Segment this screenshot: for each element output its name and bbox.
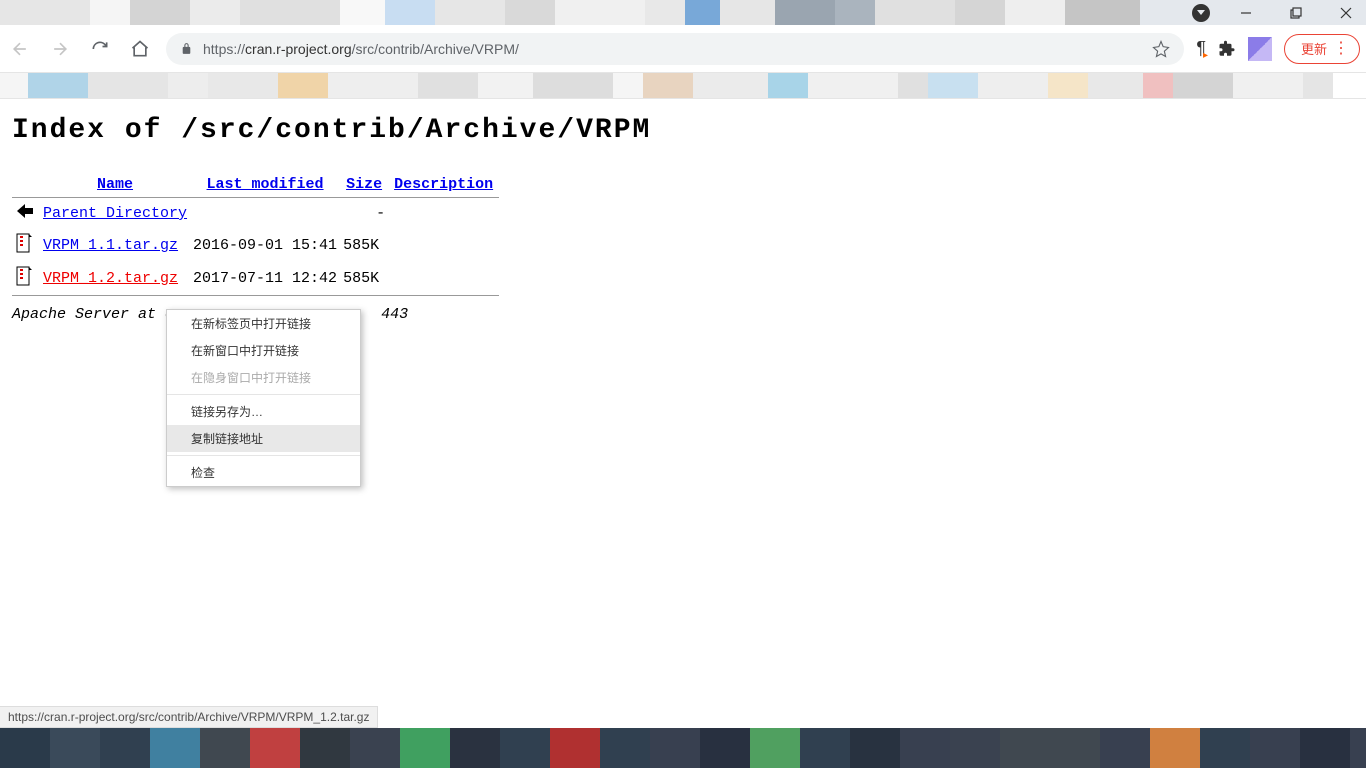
parent-directory-row: Parent Directory - [12, 198, 499, 229]
maximize-button[interactable] [1282, 3, 1310, 23]
back-button[interactable] [6, 35, 34, 63]
parent-directory-link[interactable]: Parent Directory [43, 205, 187, 222]
profile-badge-icon[interactable] [1192, 4, 1210, 22]
status-bar: https://cran.r-project.org/src/contrib/A… [0, 706, 378, 728]
extensions-icon[interactable] [1218, 40, 1236, 58]
address-toolbar: https://cran.r-project.org/src/contrib/A… [0, 25, 1366, 73]
update-button[interactable]: 更新 ⋮ [1284, 34, 1360, 64]
context-inspect[interactable]: 检查 [167, 459, 360, 486]
context-copy-link[interactable]: 复制链接地址 [167, 425, 360, 452]
context-save-link-as[interactable]: 链接另存为… [167, 398, 360, 425]
taskbar[interactable] [0, 728, 1366, 768]
context-open-new-tab[interactable]: 在新标签页中打开链接 [167, 310, 360, 337]
parent-size: - [340, 198, 388, 229]
header-size[interactable]: Size [346, 176, 382, 193]
bookmark-bar [0, 73, 1366, 99]
paragraph-icon[interactable]: ¶▸ [1196, 38, 1206, 59]
toolbar-right: ¶▸ 更新 ⋮ [1196, 34, 1360, 64]
menu-dots-icon: ⋮ [1333, 41, 1347, 57]
tab-blur-strip [0, 0, 1180, 25]
page-content: Index of /src/contrib/Archive/VRPM Name … [0, 99, 1366, 339]
archive-file-icon [15, 233, 33, 258]
address-field[interactable]: https://cran.r-project.org/src/contrib/A… [166, 33, 1184, 65]
archive-file-icon [15, 266, 33, 291]
file-modified: 2016-09-01 15:41 [190, 229, 340, 262]
table-header-row: Name Last modified Size Description [12, 172, 499, 197]
minimize-button[interactable] [1232, 3, 1260, 23]
back-arrow-icon [15, 202, 37, 225]
profile-avatar[interactable] [1248, 37, 1272, 61]
lock-icon [180, 42, 193, 55]
header-last-modified[interactable]: Last modified [207, 176, 324, 193]
table-row: VRPM_1.2.tar.gz 2017-07-11 12:42 585K [12, 262, 499, 295]
header-description[interactable]: Description [394, 176, 493, 193]
page-title: Index of /src/contrib/Archive/VRPM [12, 115, 1354, 146]
context-menu: 在新标签页中打开链接 在新窗口中打开链接 在隐身窗口中打开链接 链接另存为… 复… [166, 309, 361, 487]
url-text: https://cran.r-project.org/src/contrib/A… [203, 41, 519, 57]
context-separator [167, 455, 360, 456]
header-name[interactable]: Name [97, 176, 133, 193]
context-open-incognito: 在隐身窗口中打开链接 [167, 364, 360, 391]
reload-button[interactable] [86, 35, 114, 63]
context-open-new-window[interactable]: 在新窗口中打开链接 [167, 337, 360, 364]
close-button[interactable] [1332, 3, 1360, 23]
file-size: 585K [340, 229, 388, 262]
file-modified: 2017-07-11 12:42 [190, 262, 340, 295]
bookmark-star-icon[interactable] [1152, 40, 1170, 58]
context-separator [167, 394, 360, 395]
home-button[interactable] [126, 35, 154, 63]
forward-button[interactable] [46, 35, 74, 63]
file-link[interactable]: VRPM_1.2.tar.gz [43, 270, 178, 287]
directory-table: Name Last modified Size Description Pare… [12, 172, 499, 296]
file-size: 585K [340, 262, 388, 295]
file-link[interactable]: VRPM_1.1.tar.gz [43, 237, 178, 254]
table-row: VRPM_1.1.tar.gz 2016-09-01 15:41 585K [12, 229, 499, 262]
browser-titlebar [0, 0, 1366, 25]
